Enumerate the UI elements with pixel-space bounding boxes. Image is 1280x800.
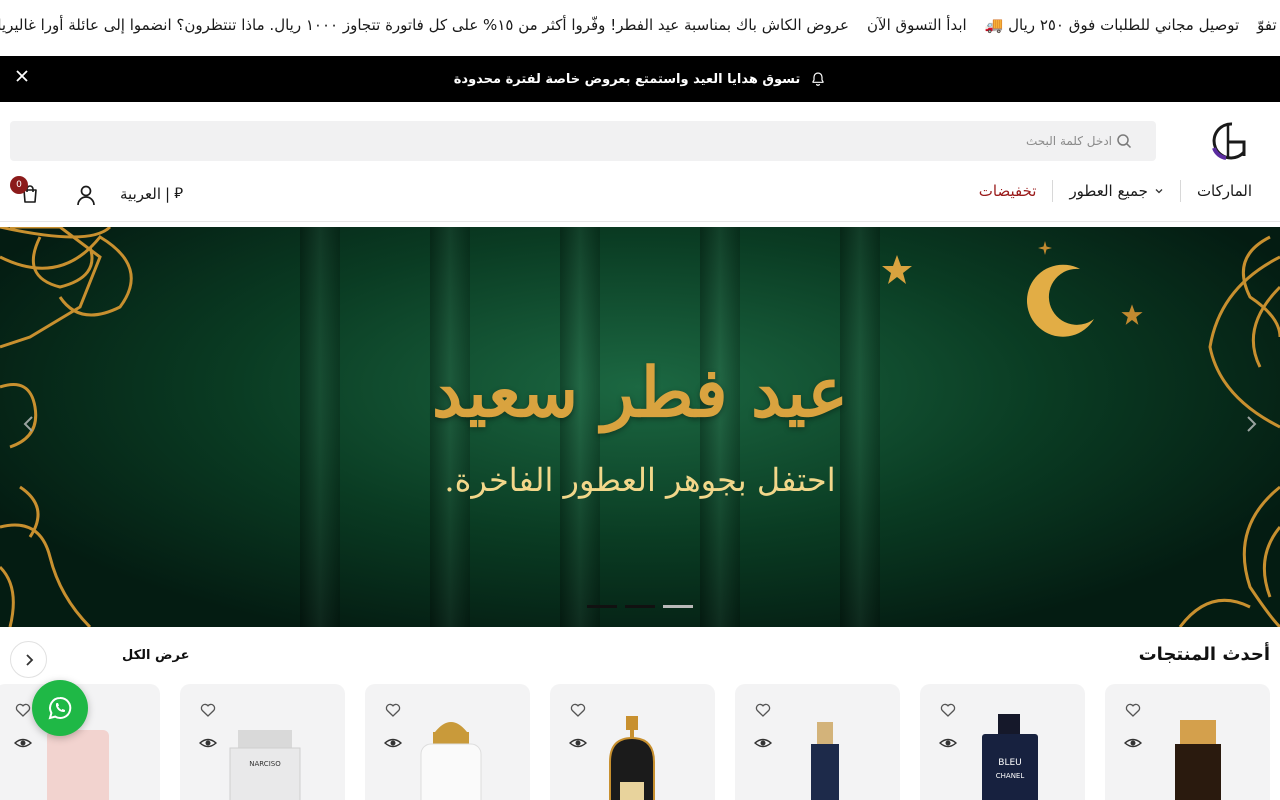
product-card[interactable] — [365, 684, 530, 800]
language-currency-switcher[interactable]: العربية | ⃁ — [120, 184, 183, 203]
announcement-bar: تسوق هدايا العيد واستمتع بعروض خاصة لفتر… — [0, 56, 1280, 102]
nav-item-sale[interactable]: تخفيضات — [979, 178, 1037, 204]
perfume-bottle-image: NARCISO — [229, 730, 301, 800]
svg-text:BLEU: BLEU — [998, 758, 1021, 768]
whatsapp-button[interactable] — [32, 680, 88, 736]
main-nav: تخفيضات جميع العطور الماركات — [979, 178, 1252, 204]
nav-divider — [1179, 180, 1181, 202]
search-input[interactable] — [32, 121, 1112, 161]
nav-all-perfumes-label: جميع العطور — [1069, 182, 1148, 200]
section-title-latest: أحدث المنتجات — [1138, 644, 1270, 665]
carousel-dots — [587, 605, 693, 608]
hero-banner[interactable]: عيد فطر سعيد احتفل بجوهر العطور الفاخرة. — [0, 227, 1280, 627]
eye-icon[interactable] — [384, 734, 402, 752]
perfume-bottle-image: BLEU CHANEL — [982, 714, 1038, 800]
view-all-link[interactable]: عرض الكل — [122, 648, 189, 663]
crescent-moon-icon — [1026, 264, 1094, 337]
eye-icon[interactable] — [1124, 734, 1142, 752]
ticker-item-shop-now[interactable]: ابدأ التسوق الآن — [867, 16, 967, 34]
ticker-item-cashback: عروض الكاش باك بمناسبة عيد الفطر! وفّروا… — [0, 16, 849, 34]
header-utils: 0 — [10, 176, 46, 208]
user-account-icon[interactable] — [76, 184, 96, 206]
announcement-text: تسوق هدايا العيد واستمتع بعروض خاصة لفتر… — [453, 71, 801, 87]
product-card[interactable] — [550, 684, 715, 800]
chevron-down-icon — [1155, 189, 1163, 194]
nav-item-brands[interactable]: الماركات — [1197, 178, 1252, 204]
heart-icon[interactable] — [940, 702, 956, 718]
perfume-bottle-image — [609, 716, 655, 800]
heart-icon[interactable] — [1125, 702, 1141, 718]
cart-count-badge: 0 — [10, 176, 28, 194]
perfume-bottle-image — [1175, 720, 1221, 800]
star-icon — [1121, 304, 1143, 325]
heart-icon[interactable] — [385, 702, 401, 718]
carousel-dot[interactable] — [587, 605, 617, 608]
eye-icon[interactable] — [199, 734, 217, 752]
search-bar — [10, 121, 1156, 161]
promo-ticker: عروض الكاش باك بمناسبة عيد الفطر! وفّروا… — [0, 0, 1280, 52]
hero-subtitle: احتفل بجوهر العطور الفاخرة. — [444, 461, 836, 499]
chevron-right-icon[interactable] — [1240, 413, 1262, 435]
hero-title: عيد فطر سعيد — [432, 353, 848, 433]
currency-separator: | — [165, 184, 171, 203]
cart-button[interactable]: 0 — [10, 176, 46, 208]
nav-item-all-perfumes[interactable]: جميع العطور — [1069, 178, 1164, 204]
nav-divider — [1052, 180, 1054, 202]
product-card[interactable]: NARCISO — [180, 684, 345, 800]
chevron-left-icon[interactable] — [18, 413, 40, 435]
language-label: العربية — [120, 184, 161, 203]
riyal-currency-icon: ⃁ — [174, 184, 183, 202]
perfume-bottle-image — [811, 722, 839, 800]
sparkle-icon — [1038, 241, 1052, 255]
close-icon[interactable] — [14, 68, 30, 84]
whatsapp-icon — [48, 696, 72, 720]
perfume-bottle-image — [420, 722, 482, 800]
ticker-item-free-shipping: توصيل مجاني للطلبات فوق ٢٥٠ ريال 🚚 — [984, 16, 1240, 34]
brand-logo[interactable] — [1208, 120, 1248, 162]
heart-icon[interactable] — [200, 702, 216, 718]
eye-icon[interactable] — [939, 734, 957, 752]
ticker-track: عروض الكاش باك بمناسبة عيد الفطر! وفّروا… — [0, 16, 1280, 34]
bell-icon — [812, 72, 824, 86]
svg-text:NARCISO: NARCISO — [249, 760, 281, 768]
carousel-arrow-button[interactable] — [10, 641, 47, 678]
star-icon — [882, 255, 912, 284]
eye-icon[interactable] — [14, 734, 32, 752]
eye-icon[interactable] — [754, 734, 772, 752]
ticker-item-cut: لا تفوّ — [1257, 16, 1280, 34]
search-icon[interactable] — [1116, 133, 1132, 149]
carousel-dot-active[interactable] — [663, 605, 693, 608]
header-divider — [0, 221, 1280, 222]
eye-icon[interactable] — [569, 734, 587, 752]
product-card[interactable] — [735, 684, 900, 800]
chevron-right-icon — [25, 653, 33, 666]
heart-icon[interactable] — [570, 702, 586, 718]
product-card[interactable] — [1105, 684, 1270, 800]
svg-text:CHANEL: CHANEL — [996, 772, 1025, 780]
heart-icon[interactable] — [15, 702, 31, 718]
carousel-dot[interactable] — [625, 605, 655, 608]
product-card[interactable]: BLEU CHANEL — [920, 684, 1085, 800]
heart-icon[interactable] — [755, 702, 771, 718]
